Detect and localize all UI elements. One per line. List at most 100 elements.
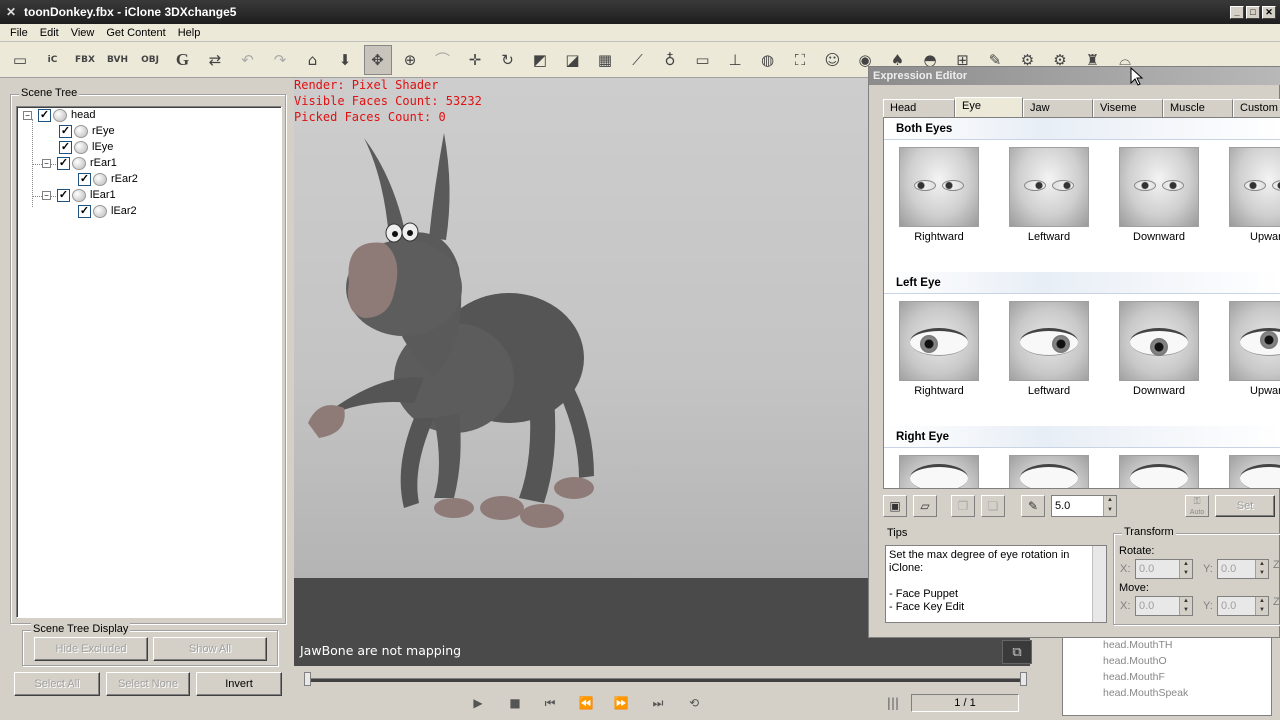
stepper-up-icon[interactable]: ▲ [1255,597,1268,606]
tab-jaw[interactable]: Jaw [1023,99,1093,117]
timeline-end-thumb[interactable] [1020,672,1027,686]
minimize-button[interactable]: _ [1230,6,1244,19]
loop-icon[interactable]: ⟲ [685,696,703,712]
select-none-button[interactable]: Select None [106,672,190,696]
move-icon[interactable]: ✥ [363,44,392,75]
checkbox[interactable]: ✓ [38,108,51,122]
character-icon[interactable]: ☺ [819,45,847,75]
tab-eye[interactable]: Eye [955,97,1023,117]
right-eye-leftward-thumb[interactable] [1009,455,1089,488]
right-eye-upward-thumb[interactable] [1229,455,1280,488]
menu-get-content[interactable]: Get Content [100,27,171,39]
tree-node-leye[interactable]: ✓ lEye [59,139,113,155]
rotate-y-stepper[interactable]: 0.0 ▲ ▼ [1217,559,1269,579]
paste-icon[interactable]: ❏ [981,495,1005,517]
obj-icon[interactable]: OBJ [136,45,164,75]
axis-icon[interactable]: ⟋ [624,45,652,75]
home-icon[interactable]: ⌂ [299,45,327,75]
light-icon[interactable]: ♁ [656,45,684,75]
scene-tree[interactable]: − ✓ head ✓ rEye ✓ lEye − ✓ rEar1 ✓ rEar2… [16,106,282,618]
rotate-axis-icon[interactable]: ⊕ [396,45,424,75]
orbit-icon[interactable]: ↻ [494,45,522,75]
ic-icon[interactable]: iC [39,45,67,75]
stepper-down-icon[interactable]: ▼ [1103,506,1116,516]
both-eyes-upward-thumb[interactable] [1229,147,1280,227]
both-eyes-leftward-thumb[interactable] [1009,147,1089,227]
focus-icon[interactable]: ⛶ [786,45,814,75]
redo-icon[interactable]: ↷ [266,45,294,75]
right-eye-downward-thumb[interactable] [1119,455,1199,488]
grid-icon[interactable]: ▦ [591,45,619,75]
copy-icon[interactable]: ❐ [951,495,975,517]
tab-head[interactable]: Head [883,99,955,117]
checkbox[interactable]: ✓ [59,140,72,154]
menu-edit[interactable]: Edit [34,27,65,39]
3d-viewport[interactable]: Render: Pixel Shader Visible Faces Count… [294,78,868,666]
right-eye-rightward-thumb[interactable] [899,455,979,488]
collapse-icon[interactable]: − [23,110,32,120]
hide-excluded-button[interactable]: Hide Excluded [34,637,148,661]
bone-list[interactable]: head.MouthTH head.MouthO head.MouthF hea… [1062,636,1272,716]
scale-icon[interactable]: ◩ [526,45,554,75]
fast-forward-icon[interactable]: ⏩ [612,696,630,712]
frame-icon[interactable]: ▭ [689,45,717,75]
tips-text-box[interactable]: Set the max degree of eye rotation in iC… [885,545,1107,623]
checkbox[interactable]: ✓ [78,204,91,218]
list-item[interactable]: head.MouthF [1063,669,1271,685]
checkbox[interactable]: ✓ [59,124,72,138]
tab-custom[interactable]: Custom [1233,99,1280,117]
stepper-down-icon[interactable]: ▼ [1179,606,1192,615]
move-x-stepper[interactable]: 0.0 ▲ ▼ [1135,596,1193,616]
list-item[interactable]: head.MouthSpeak [1063,685,1271,701]
move-y-stepper[interactable]: 0.0 ▲ ▼ [1217,596,1269,616]
menu-help[interactable]: Help [172,27,207,39]
tab-viseme[interactable]: Viseme [1093,99,1163,117]
collapse-icon[interactable]: − [42,158,51,168]
bvh-icon[interactable]: BVH [104,45,132,75]
select-icon[interactable]: ◪ [559,45,587,75]
collapse-icon[interactable]: − [42,190,51,200]
tab-muscle[interactable]: Muscle [1163,99,1233,117]
menu-file[interactable]: File [4,27,34,39]
left-eye-rightward-thumb[interactable] [899,301,979,381]
both-eyes-downward-thumb[interactable] [1119,147,1199,227]
down-arrow-icon[interactable]: ⬇ [331,45,359,75]
maximize-button[interactable]: □ [1246,6,1260,19]
stepper-up-icon[interactable]: ▲ [1103,496,1116,506]
left-eye-downward-thumb[interactable] [1119,301,1199,381]
checkbox[interactable]: ✓ [57,156,70,170]
timeline-track[interactable] [306,678,1022,682]
timeline-start-thumb[interactable] [304,672,311,686]
both-eyes-rightward-thumb[interactable] [899,147,979,227]
undo-icon[interactable]: ↶ [234,45,262,75]
left-eye-leftward-thumb[interactable] [1009,301,1089,381]
tree-node-lear1[interactable]: − ✓ lEar1 [42,187,116,203]
open-icon[interactable]: ▭ [6,45,34,75]
rotate-x-stepper[interactable]: 0.0 ▲ ▼ [1135,559,1193,579]
select-all-button[interactable]: Select All [14,672,100,696]
stepper-up-icon[interactable]: ▲ [1179,560,1192,569]
save-icon[interactable]: ▣ [883,495,907,517]
list-item[interactable]: head.MouthTH [1063,637,1271,653]
tree-node-rear1[interactable]: − ✓ rEar1 [42,155,117,171]
close-button[interactable]: ✕ [1262,6,1276,19]
donkey-model[interactable] [294,118,594,568]
max-degree-stepper[interactable]: 5.0 ▲ ▼ [1051,495,1117,517]
fbx-icon[interactable]: FBX [71,45,99,75]
show-all-button[interactable]: Show All [153,637,267,661]
g-icon[interactable]: G [169,45,197,75]
pan-icon[interactable]: ✛ [461,45,489,75]
stepper-up-icon[interactable]: ▲ [1179,597,1192,606]
left-eye-upward-thumb[interactable] [1229,301,1280,381]
timeline-grip-icon[interactable]: ||| [884,696,902,712]
last-frame-icon[interactable]: ⏭ [649,696,667,712]
expression-editor-title[interactable]: Expression Editor [869,67,1280,85]
rewind-icon[interactable]: ⏪ [577,696,595,712]
tree-node-lear2[interactable]: ✓ lEar2 [78,203,137,219]
stepper-down-icon[interactable]: ▼ [1179,569,1192,578]
stop-icon[interactable]: ■ [506,696,524,712]
tree-node-head[interactable]: − ✓ head [23,107,95,123]
set-button[interactable]: Set [1215,495,1275,517]
first-frame-icon[interactable]: ⏮ [541,696,559,712]
sphere-icon[interactable]: ◍ [754,45,782,75]
